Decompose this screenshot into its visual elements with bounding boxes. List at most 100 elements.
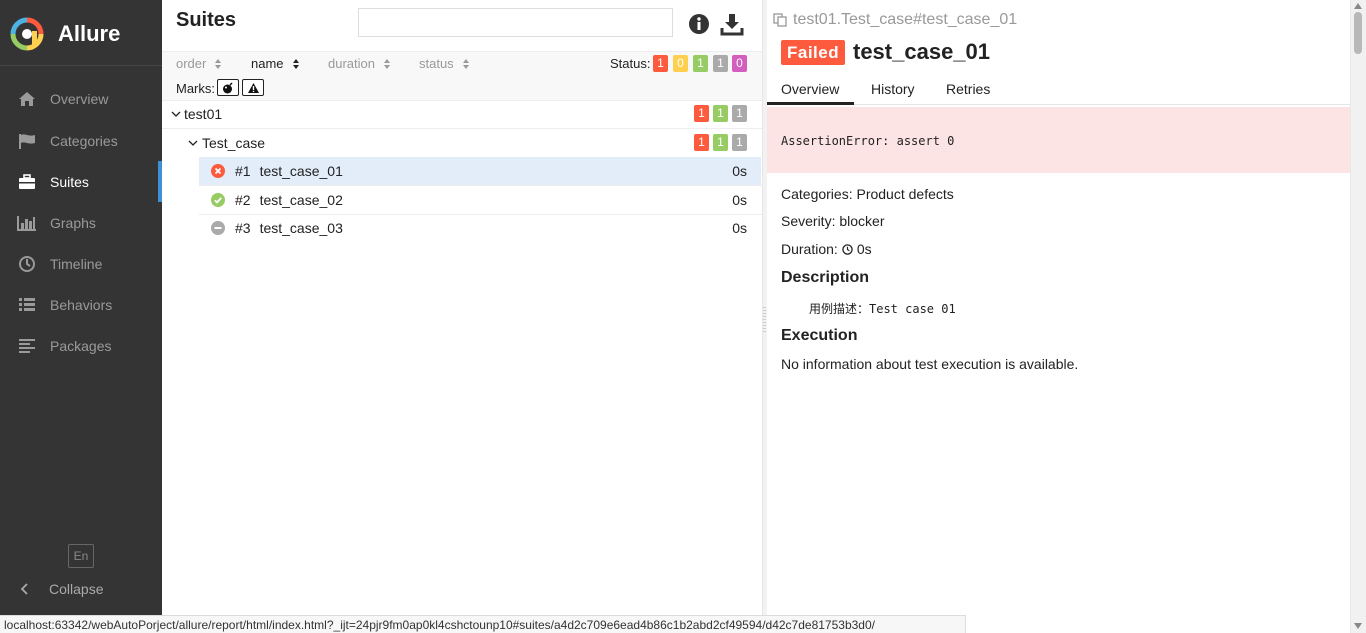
marks-label: Marks: [176, 81, 215, 96]
scroll-down-arrow-icon[interactable] [1354, 623, 1362, 629]
status-filter-passed[interactable]: 1 [693, 55, 708, 72]
severity-label: Severity: [781, 213, 836, 229]
nav-packages[interactable]: Packages [0, 325, 162, 366]
duration-label: Duration: [781, 241, 838, 257]
skipped-status-icon [211, 221, 225, 235]
test-case-row[interactable]: #1 test_case_01 0s [199, 157, 761, 185]
vertical-scrollbar[interactable] [1350, 0, 1366, 633]
nav-suites[interactable]: Suites [0, 161, 162, 202]
node-count-skipped: 1 [732, 105, 747, 122]
node-count-failed: 1 [694, 105, 709, 122]
collapse-button[interactable]: Collapse [0, 575, 103, 603]
sort-name[interactable]: name [251, 56, 300, 71]
info-icon[interactable] [688, 13, 710, 35]
nav-packages-label: Packages [50, 337, 112, 354]
warning-icon [247, 82, 259, 93]
nav-behaviors-label: Behaviors [50, 296, 113, 313]
status-filter-unknown[interactable]: 0 [732, 55, 747, 72]
sort-order[interactable]: order [176, 56, 222, 71]
test-case-name: test_case_01 [259, 163, 343, 179]
error-message-box: AssertionError: assert 0 [767, 107, 1350, 173]
chevron-left-icon [20, 583, 28, 595]
status-filter-label: Status: [610, 56, 651, 71]
scroll-up-arrow-icon[interactable] [1354, 3, 1362, 9]
sort-status-label: status [419, 56, 454, 71]
bomb-icon [223, 81, 233, 93]
status-filter-failed[interactable]: 1 [653, 55, 668, 72]
scrollbar-thumb[interactable] [1354, 12, 1362, 54]
home-icon [16, 90, 38, 108]
nav-overview[interactable]: Overview [0, 78, 162, 119]
passed-status-icon [211, 193, 225, 207]
error-message: AssertionError: assert 0 [781, 134, 955, 148]
tab-retries[interactable]: Retries [946, 81, 990, 97]
failed-status-icon [211, 164, 225, 178]
severity-row: Severity: blocker [781, 213, 885, 229]
nav-suites-label: Suites [50, 173, 89, 190]
sort-icon [215, 58, 222, 69]
mark-new-failed-toggle[interactable] [242, 79, 264, 96]
nav-timeline-label: Timeline [50, 255, 103, 272]
tab-overview[interactable]: Overview [781, 81, 839, 97]
tab-history[interactable]: History [871, 81, 915, 97]
tree-node-label: Test_case [202, 135, 266, 151]
marks-bar: Marks: [162, 76, 762, 100]
description-text: 用例描述：Test case 01 [809, 302, 956, 316]
sort-icon [462, 58, 469, 69]
tree-node-test-case[interactable]: Test_case 1 1 1 [162, 129, 762, 157]
node-count-skipped: 1 [732, 134, 747, 151]
status-filter-skipped[interactable]: 1 [713, 55, 728, 72]
chevron-down-icon [171, 111, 181, 117]
list-icon [16, 296, 38, 314]
categories-value: Product defects [856, 186, 954, 202]
node-count-failed: 1 [694, 134, 709, 151]
clock-icon [842, 243, 853, 255]
active-tab-indicator [767, 102, 854, 105]
allure-logo-icon [10, 17, 44, 51]
sort-status[interactable]: status [419, 56, 470, 71]
nav-overview-label: Overview [50, 90, 109, 107]
node-count-passed: 1 [713, 134, 728, 151]
mark-flaky-toggle[interactable] [217, 79, 239, 96]
test-case-duration: 0s [732, 220, 747, 236]
suites-pane: Suites order name duration status Status… [162, 0, 762, 633]
description-heading: Description [781, 269, 870, 286]
test-case-duration: 0s [732, 163, 747, 179]
nav-graphs-label: Graphs [50, 214, 96, 231]
sort-bar: order name duration status Status: 1 0 1… [162, 52, 762, 76]
page-title: Suites [176, 9, 237, 31]
bar-chart-icon [16, 214, 38, 232]
search-input[interactable] [358, 8, 673, 37]
nav-timeline[interactable]: Timeline [0, 243, 162, 284]
language-button[interactable]: En [68, 544, 94, 568]
categories-row: Categories: Product defects [781, 186, 954, 202]
sort-duration-label: duration [328, 56, 375, 71]
test-case-duration: 0s [732, 192, 747, 208]
test-case-name: test_case_03 [259, 220, 343, 236]
status-filter-broken[interactable]: 0 [673, 55, 688, 72]
severity-value: blocker [839, 213, 885, 229]
nav-categories[interactable]: Categories [0, 120, 162, 161]
sort-duration[interactable]: duration [328, 56, 391, 71]
nav-graphs[interactable]: Graphs [0, 202, 162, 243]
execution-heading: Execution [781, 327, 858, 344]
brand[interactable]: Allure [10, 16, 120, 52]
brand-divider [0, 65, 162, 66]
browser-status-url: localhost:63342/webAutoPorject/allure/re… [0, 615, 966, 633]
sidebar: Allure Overview Categories Suites Graphs… [0, 0, 162, 633]
test-case-row[interactable]: #2 test_case_02 0s [199, 186, 761, 214]
detail-tabs: Overview History Retries [767, 74, 1350, 105]
test-detail-pane: test01.Test_case#test_case_01 Failed tes… [767, 0, 1350, 633]
tree-node-test01[interactable]: test01 1 1 1 [162, 100, 762, 128]
nav-categories-label: Categories [50, 132, 118, 149]
copy-icon[interactable] [773, 13, 787, 27]
nav-behaviors[interactable]: Behaviors [0, 284, 162, 325]
categories-label: Categories: [781, 186, 853, 202]
align-left-icon [16, 337, 38, 355]
test-case-row[interactable]: #3 test_case_03 0s [199, 214, 761, 242]
sort-icon [292, 58, 299, 69]
download-icon[interactable] [720, 12, 744, 36]
brand-name: Allure [58, 21, 121, 46]
splitter-grip[interactable] [763, 307, 766, 333]
execution-text: No information about test execution is a… [781, 356, 1079, 372]
